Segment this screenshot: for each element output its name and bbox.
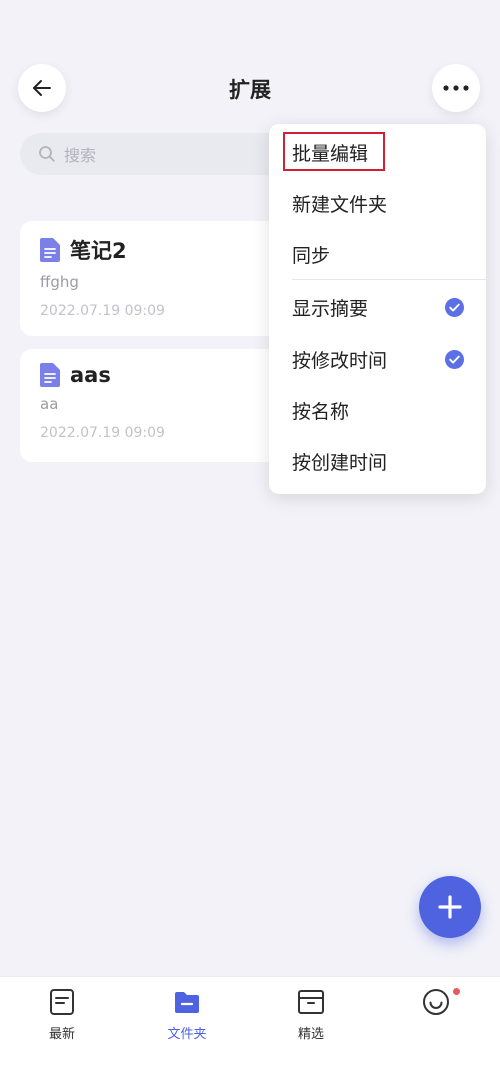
- menu-item-show-summary[interactable]: 显示摘要: [269, 282, 486, 332]
- menu-item-sync[interactable]: 同步: [269, 229, 486, 279]
- tab-label: 最新: [48, 1027, 75, 1042]
- menu-item-label: 同步: [292, 244, 331, 267]
- menu-item-sort-name[interactable]: 按名称: [269, 385, 486, 435]
- menu-item-sort-created[interactable]: 按创建时间: [269, 436, 486, 486]
- menu-item-label: 按创建时间: [292, 451, 388, 474]
- search-icon: [39, 146, 55, 162]
- document-icon: [40, 238, 60, 262]
- add-note-button[interactable]: [419, 876, 481, 938]
- archive-box-icon: [298, 990, 324, 1014]
- tab-label: 精选: [297, 1027, 324, 1042]
- menu-divider: [292, 279, 486, 280]
- smiley-icon: [423, 989, 449, 1015]
- tab-label: 文件夹: [167, 1027, 207, 1042]
- menu-item-label: 显示摘要: [292, 297, 369, 320]
- menu-item-label: 按修改时间: [292, 349, 388, 372]
- bottom-tab-bar: 最新 文件夹 精选: [0, 976, 500, 1083]
- folder-icon: [175, 992, 199, 1013]
- plus-icon: [438, 895, 462, 919]
- tab-featured[interactable]: 精选: [271, 987, 351, 1042]
- checkmark-icon: [445, 350, 464, 369]
- note-title: 笔记2: [70, 239, 127, 263]
- tab-latest[interactable]: 最新: [22, 987, 102, 1042]
- note-title: aas: [70, 363, 111, 387]
- menu-item-label: 按名称: [292, 400, 350, 423]
- header: 扩展: [0, 0, 500, 130]
- more-button[interactable]: [432, 64, 480, 112]
- more-dots-icon: [443, 85, 469, 91]
- menu-item-label: 新建文件夹: [292, 193, 388, 216]
- tab-profile[interactable]: [396, 987, 476, 1023]
- menu-item-sort-modified[interactable]: 按修改时间: [269, 334, 486, 384]
- notification-badge: [453, 988, 460, 995]
- tab-folders[interactable]: 文件夹: [147, 987, 227, 1042]
- highlight-box: [283, 132, 385, 171]
- search-placeholder: 搜索: [64, 146, 97, 165]
- page-title: 扩展: [229, 78, 271, 102]
- menu-item-new-folder[interactable]: 新建文件夹: [269, 178, 486, 228]
- checkmark-icon: [445, 298, 464, 317]
- note-icon: [50, 989, 74, 1015]
- document-icon: [40, 363, 60, 387]
- options-menu: 批量编辑 新建文件夹 同步 显示摘要 按修改时间 按名称 按创建时间: [269, 124, 486, 494]
